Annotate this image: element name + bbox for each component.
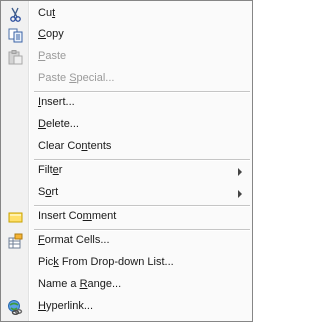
hyperlink-icon xyxy=(8,300,23,315)
menu-item-insert[interactable]: Insert... xyxy=(3,93,250,114)
comment-icon xyxy=(8,212,23,223)
menu-item-format-cells[interactable]: Format Cells... xyxy=(3,231,250,252)
paste-icon xyxy=(8,50,23,65)
menu-item-hyperlink[interactable]: Hyperlink... xyxy=(3,297,250,318)
copy-icon xyxy=(8,28,23,43)
menu-item-sort[interactable]: Sort xyxy=(3,183,250,204)
menu-item-paste[interactable]: Paste xyxy=(3,47,250,68)
menu-item-cut[interactable]: Cut xyxy=(3,4,250,25)
menu-item-pick-from-list[interactable]: Pick From Drop-down List... xyxy=(3,253,250,274)
submenu-arrow-icon xyxy=(238,168,242,176)
submenu-arrow-icon xyxy=(238,190,242,198)
menu-item-insert-comment[interactable]: Insert Comment xyxy=(3,207,250,228)
context-menu: Cut Copy Paste Paste Special... Insert..… xyxy=(0,0,253,322)
menu-item-paste-special[interactable]: Paste Special... xyxy=(3,69,250,90)
menu-item-clear-contents[interactable]: Clear Contents xyxy=(3,137,250,158)
scissors-icon xyxy=(10,7,21,22)
menu-separator xyxy=(34,91,250,93)
menu-separator xyxy=(34,205,250,207)
menu-item-delete[interactable]: Delete... xyxy=(3,115,250,136)
menu-separator xyxy=(34,229,250,231)
menu-item-copy[interactable]: Copy xyxy=(3,25,250,46)
format-cells-icon xyxy=(8,233,23,249)
menu-separator xyxy=(34,159,250,161)
menu-item-filter[interactable]: Filter xyxy=(3,161,250,182)
menu-item-name-range[interactable]: Name a Range... xyxy=(3,275,250,296)
